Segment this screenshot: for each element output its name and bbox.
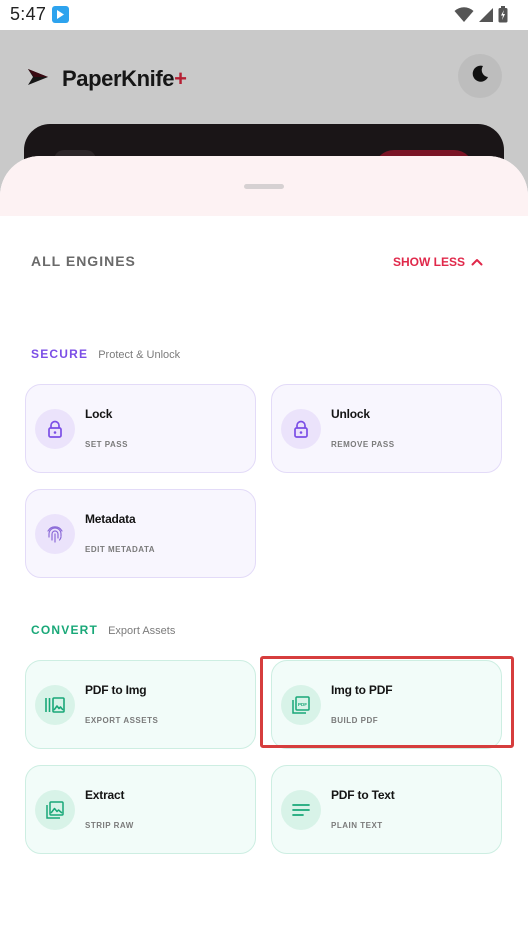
tool-card-extract[interactable]: Extract STRIP RAW (25, 765, 256, 854)
text-lines-icon (281, 790, 321, 830)
tool-title: PDF to Text (331, 788, 395, 802)
tool-subtitle: STRIP RAW (85, 821, 134, 830)
show-less-label: SHOW LESS (393, 255, 466, 269)
status-bar: 5:47 (0, 0, 528, 30)
tool-title: Unlock (331, 407, 370, 421)
fingerprint-icon (35, 514, 75, 554)
secure-section-header: SECURE Protect & Unlock (31, 347, 180, 361)
image-icon (35, 790, 75, 830)
app-name: PaperKnife+ (62, 66, 187, 92)
battery-icon (498, 6, 508, 28)
tool-card-lock[interactable]: Lock SET PASS (25, 384, 256, 473)
tool-subtitle: REMOVE PASS (331, 440, 395, 449)
theme-toggle-button[interactable] (458, 54, 502, 98)
signal-icon (478, 7, 494, 28)
engines-bottom-sheet: ALL ENGINES SHOW LESS SECURE Protect & U… (0, 156, 528, 939)
convert-section-subtitle: Export Assets (108, 625, 176, 637)
tool-title: PDF to Img (85, 683, 147, 697)
lock-icon (35, 409, 75, 449)
show-less-button[interactable]: SHOW LESS (393, 253, 483, 271)
moon-icon (470, 64, 490, 89)
tool-card-pdf-to-img[interactable]: PDF to Img EXPORT ASSETS (25, 660, 256, 749)
convert-section-title: CONVERT (31, 623, 99, 637)
tool-subtitle: EXPORT ASSETS (85, 716, 159, 725)
tool-subtitle: EDIT METADATA (85, 545, 156, 554)
tool-card-unlock[interactable]: Unlock REMOVE PASS (271, 384, 502, 473)
app-notification-icon (52, 6, 69, 23)
secure-section-title: SECURE (31, 347, 89, 361)
status-time: 5:47 (10, 4, 47, 24)
tool-title: Extract (85, 788, 125, 802)
secure-section-subtitle: Protect & Unlock (98, 349, 181, 361)
convert-section-header: CONVERT Export Assets (31, 623, 175, 637)
tool-title: Lock (85, 407, 113, 421)
app-name-text: PaperKnife (62, 66, 175, 91)
drag-handle[interactable] (244, 184, 284, 189)
app-logo: PaperKnife+ (28, 66, 187, 92)
wifi-icon (454, 6, 474, 28)
highlight-box (260, 656, 514, 748)
tool-subtitle: SET PASS (85, 440, 128, 449)
all-engines-heading: ALL ENGINES (31, 253, 136, 269)
tool-card-pdf-to-text[interactable]: PDF to Text PLAIN TEXT (271, 765, 502, 854)
tool-card-metadata[interactable]: Metadata EDIT METADATA (25, 489, 256, 578)
chevron-up-icon (471, 253, 483, 271)
tool-subtitle: PLAIN TEXT (331, 821, 383, 830)
images-icon (35, 685, 75, 725)
unlock-icon (281, 409, 321, 449)
paper-plane-icon (28, 68, 48, 90)
tool-title: Metadata (85, 512, 136, 526)
app-name-suffix: + (174, 66, 187, 91)
